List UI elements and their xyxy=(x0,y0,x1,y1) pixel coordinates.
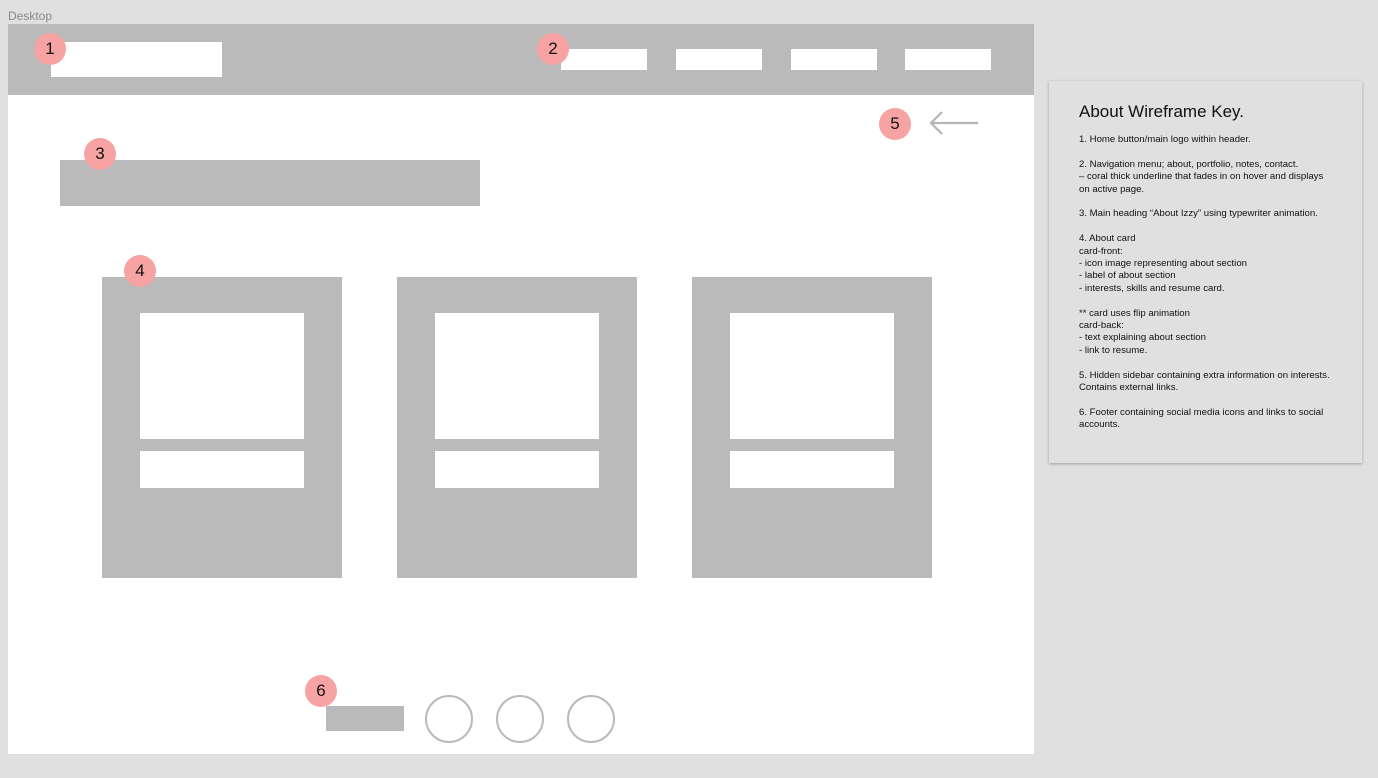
card-icon-placeholder xyxy=(140,313,304,439)
about-card-placeholder xyxy=(397,277,637,578)
about-card-placeholder xyxy=(692,277,932,578)
wireframe-key-panel: About Wireframe Key. 1. Home button/main… xyxy=(1049,81,1362,463)
key-title: About Wireframe Key. xyxy=(1079,102,1245,121)
marker-badge: 5 xyxy=(879,108,911,140)
circle-outline-icon xyxy=(496,695,544,743)
nav-item-placeholder xyxy=(676,49,762,70)
key-item: 1. Home button/main logo within header. xyxy=(1079,134,1251,145)
about-card-placeholder xyxy=(102,277,342,578)
key-item: 5. Hidden sidebar containing extra infor… xyxy=(1079,369,1330,394)
header-placeholder xyxy=(8,24,1034,95)
logo-placeholder xyxy=(51,42,222,77)
circle-outline-icon xyxy=(425,695,473,743)
nav-item-placeholder xyxy=(905,49,991,70)
marker-badge: 6 xyxy=(305,675,337,707)
card-icon-placeholder xyxy=(730,313,894,439)
key-item: 3. Main heading “About Izzy” using typew… xyxy=(1079,208,1318,220)
desktop-frame xyxy=(8,24,1034,754)
card-label-placeholder xyxy=(730,451,894,488)
card-label-placeholder xyxy=(435,451,599,488)
marker-badge: 1 xyxy=(34,33,66,65)
nav-item-placeholder xyxy=(561,49,647,70)
key-item: ** card uses flip animation card-back: -… xyxy=(1079,307,1206,356)
circle-outline-icon xyxy=(567,695,615,743)
marker-badge: 4 xyxy=(124,255,156,287)
card-icon-placeholder xyxy=(435,313,599,439)
heading-placeholder xyxy=(60,160,480,206)
frame-label: Desktop xyxy=(8,9,53,23)
arrow-left-icon xyxy=(929,111,978,135)
marker-badge: 2 xyxy=(537,33,569,65)
footer-placeholder xyxy=(326,706,404,731)
marker-badge: 3 xyxy=(84,138,116,170)
key-item: 6. Footer containing social media icons … xyxy=(1079,406,1324,431)
nav-item-placeholder xyxy=(791,49,877,70)
key-item: 2. Navigation menu; about, portfolio, no… xyxy=(1079,158,1324,195)
card-label-placeholder xyxy=(140,451,304,488)
key-item: 4. About card card-front: - icon image r… xyxy=(1079,233,1247,294)
